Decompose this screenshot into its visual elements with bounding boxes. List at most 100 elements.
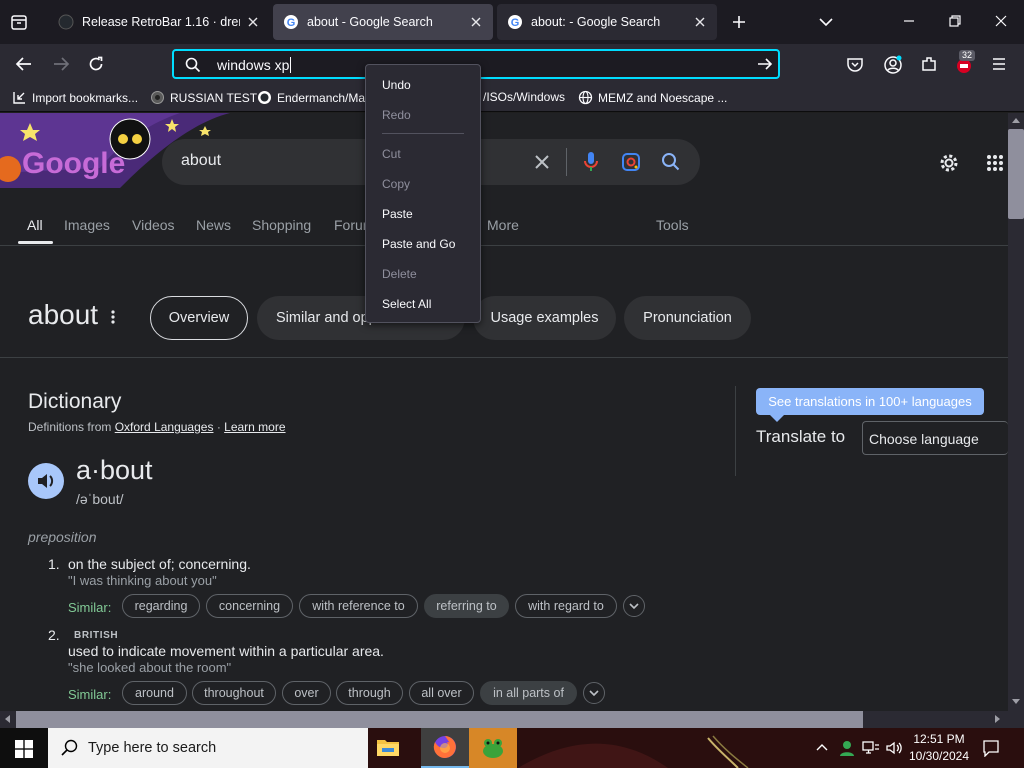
pocket-icon[interactable] — [846, 56, 864, 72]
firefox-icon — [433, 736, 456, 758]
chevron-down-icon[interactable] — [818, 15, 834, 29]
notifications-icon[interactable] — [982, 739, 1000, 757]
taskbar-clock[interactable]: 12:51 PM 10/30/2024 — [908, 731, 970, 765]
bookmark-memz[interactable]: MEMZ and Noescape ... — [578, 90, 727, 105]
github-icon — [257, 90, 272, 105]
scroll-down-icon[interactable] — [1012, 699, 1020, 705]
menu-item-paste-and-go[interactable]: Paste and Go — [382, 237, 455, 251]
menu-item-select-all[interactable]: Select All — [382, 297, 431, 311]
bookmark-endermanch[interactable]: Endermanch/Ma — [257, 90, 365, 105]
extension-badge-icon[interactable]: 32 — [954, 50, 980, 76]
frog-app-taskbar-button[interactable] — [469, 728, 517, 768]
lens-icon[interactable] — [621, 152, 641, 172]
people-tray-icon[interactable] — [838, 739, 856, 757]
similar-chip[interactable]: referring to — [424, 594, 509, 618]
chip-usage-examples[interactable]: Usage examples — [473, 296, 616, 340]
close-window-icon[interactable] — [994, 14, 1008, 28]
menu-item-undo[interactable]: Undo — [382, 78, 411, 92]
language-select[interactable]: Choose language — [862, 421, 1008, 455]
github-icon — [58, 14, 74, 30]
apps-grid-icon[interactable] — [986, 154, 1004, 172]
search-submit-icon[interactable] — [661, 152, 681, 172]
nav-all[interactable]: All — [27, 217, 43, 233]
bookmark-label: /ISOs/Windows — [483, 90, 566, 104]
volume-icon[interactable] — [885, 740, 903, 756]
account-icon[interactable] — [883, 55, 903, 75]
similar-chip[interactable]: through — [336, 681, 403, 705]
similar-chip[interactable]: all over — [409, 681, 474, 705]
nav-videos[interactable]: Videos — [132, 217, 175, 233]
scroll-thumb[interactable] — [16, 711, 863, 728]
menu-icon[interactable] — [991, 56, 1007, 72]
settings-gear-icon[interactable] — [938, 152, 960, 174]
vertical-scrollbar[interactable] — [1008, 113, 1024, 711]
learn-more-link[interactable]: Learn more — [224, 420, 285, 434]
tab-list-icon[interactable] — [8, 11, 30, 33]
nav-more[interactable]: More — [487, 217, 519, 233]
microphone-icon[interactable] — [582, 151, 600, 173]
similar-chip[interactable]: with reference to — [299, 594, 418, 618]
nav-images[interactable]: Images — [64, 217, 110, 233]
tab-retrobar[interactable]: Release RetroBar 1.16 · dremin/RetroBar — [48, 4, 270, 40]
region-tag: BRITISH — [74, 630, 119, 641]
chevron-down-icon — [629, 603, 639, 610]
similar-chip[interactable]: with regard to — [515, 594, 617, 618]
similar-chip[interactable]: around — [122, 681, 187, 705]
tab-close-icon[interactable] — [246, 15, 260, 29]
chip-overview[interactable]: Overview — [150, 296, 248, 340]
bookmark-isos[interactable]: /ISOs/Windows — [483, 90, 565, 104]
similar-label: Similar: — [68, 600, 112, 615]
oxford-languages-link[interactable]: Oxford Languages — [115, 420, 214, 434]
similar-chip[interactable]: throughout — [192, 681, 276, 705]
tab-about-colon-search[interactable]: G about: - Google Search — [497, 4, 717, 40]
extensions-icon[interactable] — [920, 55, 938, 73]
google-search-input[interactable]: about — [181, 152, 221, 170]
similar-chip[interactable]: over — [282, 681, 331, 705]
taskbar-search-box[interactable]: Type here to search — [48, 728, 368, 768]
firefox-taskbar-button[interactable] — [421, 728, 469, 768]
more-options-icon[interactable] — [110, 309, 116, 325]
separator: · — [216, 420, 221, 434]
scroll-up-icon[interactable] — [1012, 117, 1020, 123]
tab-about-search[interactable]: G about - Google Search — [273, 4, 493, 40]
address-input[interactable]: windows xp — [217, 57, 292, 73]
horizontal-scrollbar[interactable] — [0, 711, 1008, 728]
address-text: windows xp — [217, 57, 290, 73]
chip-pronunciation[interactable]: Pronunciation — [624, 296, 751, 340]
new-tab-icon[interactable] — [731, 14, 747, 30]
back-icon[interactable] — [15, 56, 33, 72]
nav-shopping[interactable]: Shopping — [252, 217, 311, 233]
menu-item-paste[interactable]: Paste — [382, 207, 413, 221]
tab-close-icon[interactable] — [469, 15, 483, 29]
nav-tools[interactable]: Tools — [656, 217, 689, 233]
scroll-thumb[interactable] — [1008, 129, 1024, 219]
expand-similar-button[interactable] — [583, 682, 605, 704]
dictionary-source: Definitions from Oxford Languages · Lear… — [28, 420, 286, 434]
tray-overflow-chevron-icon[interactable] — [816, 743, 828, 751]
restore-icon[interactable] — [948, 14, 962, 28]
bookmark-russian-test[interactable]: RUSSIAN TEST — [150, 90, 257, 105]
bookmarks-toolbar: Import bookmarks... RUSSIAN TEST Enderma… — [0, 84, 1024, 112]
clock-date: 10/30/2024 — [908, 749, 970, 763]
similar-chip[interactable]: in all parts of — [480, 681, 577, 705]
go-arrow-icon[interactable] — [756, 56, 774, 72]
scroll-left-icon[interactable] — [4, 715, 10, 723]
bookmark-import[interactable]: Import bookmarks... — [12, 90, 138, 105]
similar-chip[interactable]: regarding — [122, 594, 200, 618]
tab-close-icon[interactable] — [693, 15, 707, 29]
menu-item-delete: Delete — [382, 267, 417, 281]
scroll-right-icon[interactable] — [995, 715, 1001, 723]
windows-start-icon[interactable] — [15, 740, 33, 758]
svg-text:Google: Google — [22, 147, 125, 180]
nav-news[interactable]: News — [196, 217, 231, 233]
similar-chip[interactable]: concerning — [206, 594, 293, 618]
minimize-icon[interactable] — [902, 14, 916, 28]
reload-icon[interactable] — [88, 56, 104, 72]
tab-label: about: - Google Search — [531, 15, 661, 29]
network-icon[interactable] — [862, 740, 880, 756]
menu-item-redo: Redo — [382, 108, 411, 122]
clear-icon[interactable] — [534, 154, 550, 170]
file-explorer-icon[interactable] — [376, 736, 400, 758]
expand-similar-button[interactable] — [623, 595, 645, 617]
pronounce-speaker-button[interactable] — [28, 463, 64, 499]
